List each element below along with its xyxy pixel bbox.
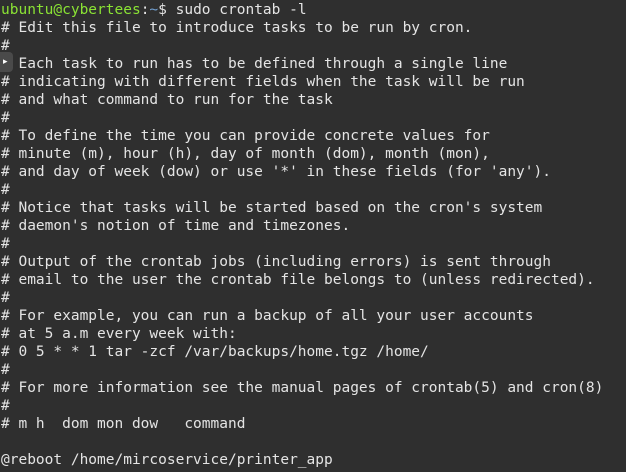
output-line: # Edit this file to introduce tasks to b…	[1, 20, 473, 36]
expand-arrow-icon: ▸	[3, 57, 8, 67]
output-line: # email to the user the crontab file bel…	[1, 272, 595, 288]
output-line: # Each task to run has to be defined thr…	[1, 56, 508, 72]
terminal-window[interactable]: ubuntu@cybertees:~$ sudo crontab -l # Ed…	[0, 0, 626, 472]
output-line: # and day of week (dow) or use '*' in th…	[1, 164, 551, 180]
output-line: # 0 5 * * 1 tar -zcf /var/backups/home.t…	[1, 344, 429, 360]
output-line: # daemon's notion of time and timezones.	[1, 218, 351, 234]
output-line: # and what command to run for the task	[1, 92, 333, 108]
output-line: # Output of the crontab jobs (including …	[1, 254, 551, 270]
output-line: #	[1, 38, 10, 54]
output-line: #	[1, 236, 10, 252]
output-line: #	[1, 362, 10, 378]
prompt-line: ubuntu@cybertees:~$ sudo crontab -l	[0, 1, 626, 19]
output-line: #	[1, 182, 10, 198]
output-line: # To define the time you can provide con…	[1, 128, 490, 144]
output-line: #	[1, 290, 10, 306]
output-line: @reboot /home/mircoservice/printer_app	[1, 452, 333, 468]
output-line: # For example, you can run a backup of a…	[1, 308, 534, 324]
prompt-user-host: ubuntu@cybertees	[1, 2, 141, 18]
prompt-path: ~	[149, 2, 159, 18]
side-panel-handle[interactable]: ▸	[0, 52, 13, 72]
output-line: # indicating with different fields when …	[1, 74, 525, 90]
output-line: #	[1, 398, 10, 414]
terminal-output: # Edit this file to introduce tasks to b…	[0, 19, 626, 469]
output-line: # m h dom mon dow command	[1, 416, 246, 432]
prompt-symbol: $	[158, 2, 167, 18]
output-line: # Notice that tasks will be started base…	[1, 200, 543, 216]
output-line: # minute (m), hour (h), day of month (do…	[1, 146, 490, 162]
output-line: # For more information see the manual pa…	[1, 380, 604, 396]
output-line: #	[1, 110, 10, 126]
prompt-command: sudo crontab -l	[166, 2, 307, 18]
output-line: # at 5 a.m every week with:	[1, 326, 237, 342]
